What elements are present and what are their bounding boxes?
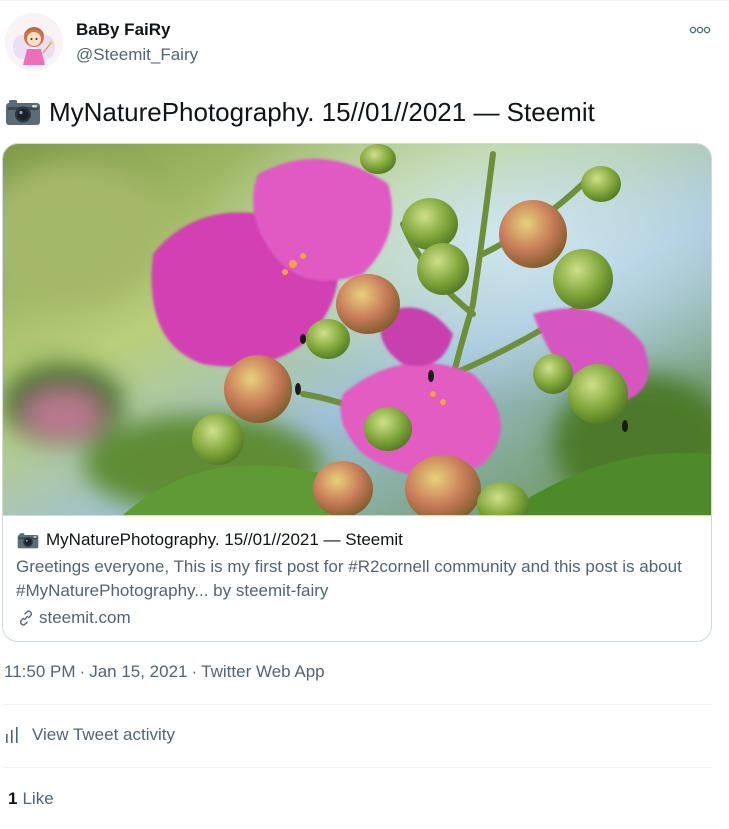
author-handle[interactable]: @Steemit_Fairy	[76, 45, 198, 65]
card-title: MyNaturePhotography. 15//01//2021 — Stee…	[17, 530, 403, 550]
view-tweet-activity-label: View Tweet activity	[32, 725, 175, 744]
likes-count: 1	[8, 789, 18, 808]
likes-count-link[interactable]: 1 Like	[8, 789, 54, 809]
camera-icon	[17, 532, 39, 548]
card-domain-text: steemit.com	[39, 608, 131, 627]
camera-icon	[6, 100, 40, 125]
bar-chart-icon	[6, 727, 18, 743]
meta-separator: ·	[79, 662, 86, 681]
more-options-icon	[689, 26, 711, 34]
fairy-avatar-icon	[5, 13, 63, 71]
card-title-text: MyNaturePhotography. 15//01//2021 — Stee…	[46, 530, 403, 549]
card-divider	[3, 515, 711, 516]
view-tweet-activity-button[interactable]: View Tweet activity	[4, 725, 175, 745]
top-divider	[0, 0, 729, 1]
author-display-name[interactable]: BaBy FaiRy	[76, 20, 170, 40]
link-preview-card[interactable]: MyNaturePhotography. 15//01//2021 — Stee…	[2, 143, 712, 642]
tweet-time[interactable]: 11:50 PM	[4, 662, 76, 681]
card-domain: steemit.com	[17, 608, 131, 628]
link-icon	[19, 610, 33, 626]
divider	[4, 767, 712, 768]
tweet-date[interactable]: Jan 15, 2021	[89, 662, 187, 681]
card-description: Greetings everyone, This is my first pos…	[16, 557, 682, 600]
meta-separator: ·	[191, 662, 198, 681]
more-options-button[interactable]	[684, 16, 716, 44]
card-image	[3, 144, 711, 515]
tweet-meta: 11:50 PM · Jan 15, 2021 · Twitter Web App	[4, 662, 325, 682]
tweet-text-content: MyNaturePhotography. 15//01//2021 — Stee…	[49, 97, 595, 127]
avatar[interactable]	[5, 13, 63, 71]
divider	[4, 704, 712, 705]
tweet-source[interactable]: Twitter Web App	[201, 662, 324, 681]
tweet-text: MyNaturePhotography. 15//01//2021 — Stee…	[5, 96, 595, 128]
likes-label: Like	[22, 789, 54, 808]
